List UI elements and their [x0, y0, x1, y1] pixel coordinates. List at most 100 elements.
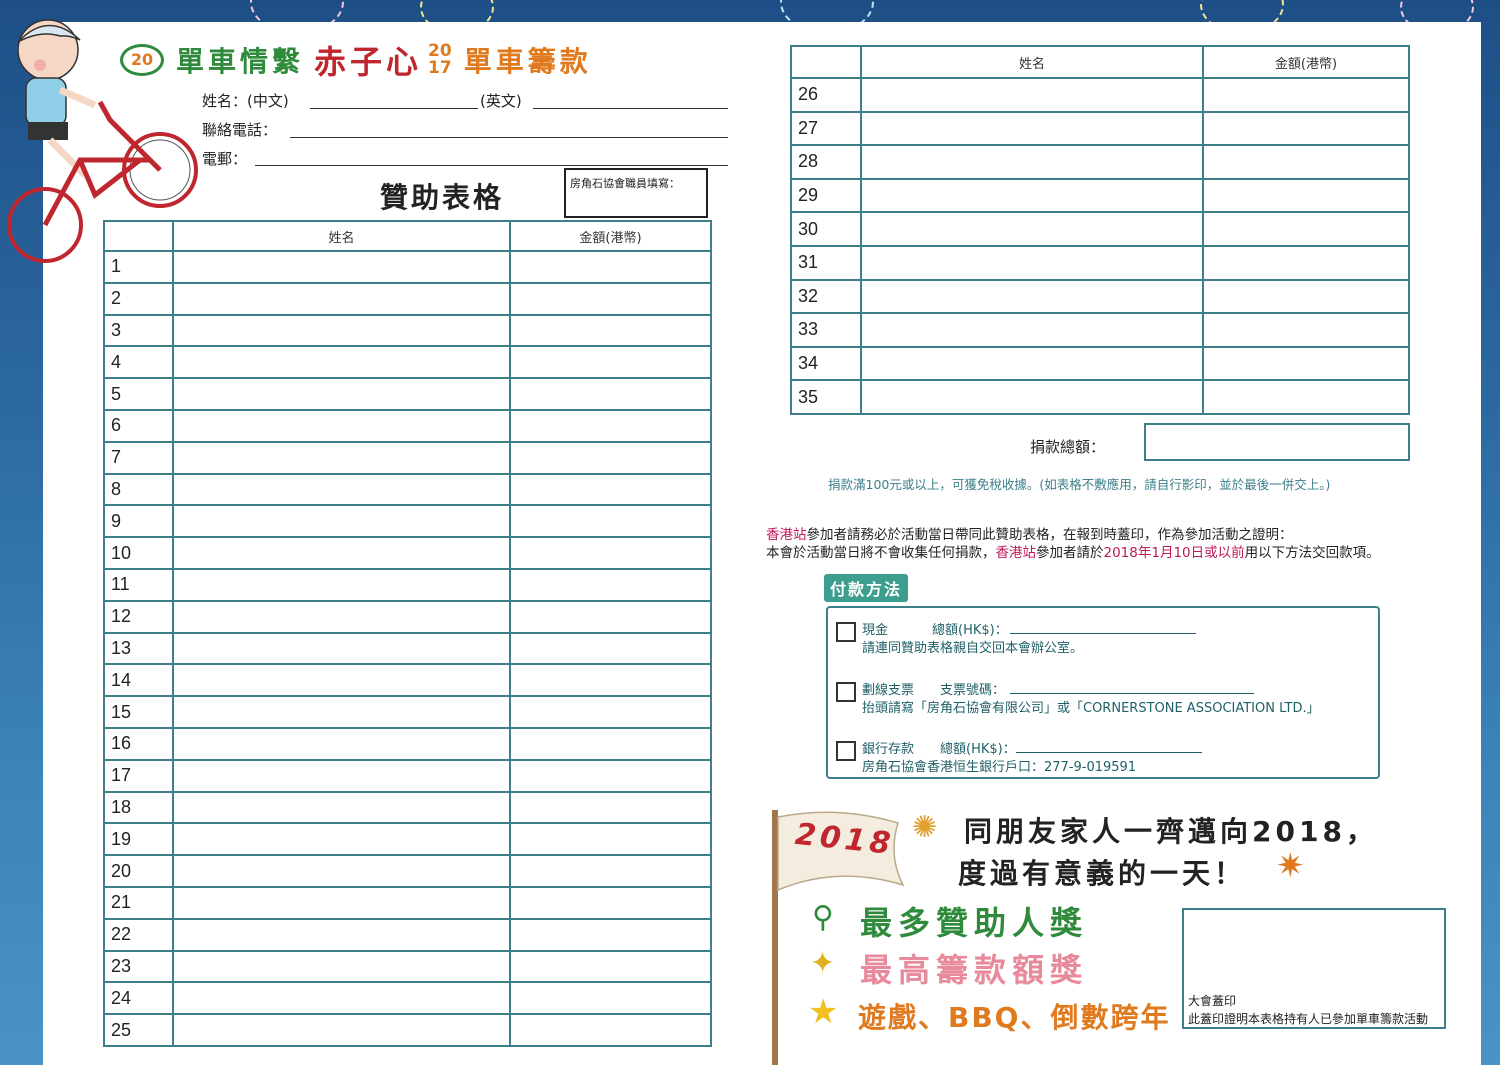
amount-cell[interactable]	[1202, 345, 1410, 382]
table-row: 27	[790, 110, 1410, 147]
amount-cell[interactable]	[509, 854, 712, 888]
table-body-right: 26 27 28 29 30 31 32 33 34 35	[790, 77, 1410, 415]
amount-cell[interactable]	[509, 917, 712, 952]
name-cell[interactable]	[860, 110, 1204, 147]
cheque-checkbox[interactable]	[836, 682, 856, 702]
amount-cell[interactable]	[509, 599, 712, 634]
name-cell[interactable]	[172, 822, 511, 857]
name-cell[interactable]	[172, 758, 511, 793]
name-cell[interactable]	[172, 599, 511, 634]
amount-cell[interactable]	[1202, 312, 1410, 348]
bank-checkbox[interactable]	[836, 741, 856, 761]
sparkles-icon: ✦	[810, 946, 836, 981]
total-label: 捐款總額：	[1030, 438, 1106, 456]
amount-cell[interactable]	[1202, 177, 1410, 214]
amount-cell[interactable]	[1202, 211, 1410, 247]
table-row: 5	[103, 377, 712, 411]
total-field[interactable]	[1144, 423, 1410, 461]
amount-cell[interactable]	[1202, 144, 1410, 180]
name-en-field[interactable]	[533, 108, 728, 109]
amount-cell[interactable]	[509, 567, 712, 602]
name-cell[interactable]	[172, 726, 511, 761]
staff-box-label: 房角石協會職員填寫：	[570, 177, 680, 190]
name-cell[interactable]	[172, 377, 511, 411]
name-cell[interactable]	[860, 177, 1204, 214]
amount-cell[interactable]	[509, 345, 712, 380]
bank-total-field[interactable]	[1016, 752, 1202, 753]
name-cell[interactable]	[172, 695, 511, 729]
name-cell[interactable]	[172, 854, 511, 888]
payment-title: 付款方法	[824, 574, 909, 602]
amount-cell[interactable]	[1202, 110, 1410, 147]
amount-cell[interactable]	[509, 790, 712, 825]
amount-cell[interactable]	[1202, 379, 1410, 415]
name-cell[interactable]	[860, 144, 1204, 180]
name-cell[interactable]	[172, 1013, 511, 1047]
name-cell[interactable]	[172, 504, 511, 539]
email-field[interactable]	[255, 165, 728, 166]
amount-cell[interactable]	[509, 1013, 712, 1047]
cash-checkbox[interactable]	[836, 622, 856, 642]
name-cell[interactable]	[860, 77, 1204, 113]
amount-cell[interactable]	[509, 536, 712, 570]
name-cell[interactable]	[172, 567, 511, 602]
name-cell[interactable]	[172, 631, 511, 666]
table-row: 20	[103, 854, 712, 888]
name-cell[interactable]	[172, 440, 511, 475]
amount-cell[interactable]	[509, 440, 712, 475]
amount-cell[interactable]	[509, 822, 712, 857]
name-cell[interactable]	[860, 211, 1204, 247]
amount-cell[interactable]	[1202, 278, 1410, 315]
amount-cell[interactable]	[509, 758, 712, 793]
amount-cell[interactable]	[509, 631, 712, 666]
amount-cell[interactable]	[1202, 77, 1410, 113]
name-cell[interactable]	[172, 949, 511, 984]
name-cell[interactable]	[860, 278, 1204, 315]
amount-cell[interactable]	[509, 695, 712, 729]
row-number: 9	[103, 504, 174, 539]
name-cell[interactable]	[172, 345, 511, 380]
name-cell[interactable]	[860, 379, 1204, 415]
name-cell[interactable]	[860, 345, 1204, 382]
amount-cell[interactable]	[509, 408, 712, 443]
phone-field[interactable]	[290, 137, 728, 138]
email-label: 電郵：	[202, 150, 248, 168]
table-row: 1	[103, 250, 712, 284]
name-cn-field[interactable]	[310, 108, 478, 109]
amount-cell[interactable]	[509, 472, 712, 507]
staff-use-box: 房角石協會職員填寫：	[564, 168, 708, 218]
amount-cell[interactable]	[509, 726, 712, 761]
name-cell[interactable]	[172, 281, 511, 316]
amount-cell[interactable]	[509, 250, 712, 284]
name-cell[interactable]	[172, 408, 511, 443]
amount-cell[interactable]	[1202, 244, 1410, 281]
row-number: 2	[103, 281, 174, 316]
row-number: 8	[103, 472, 174, 507]
name-cell[interactable]	[172, 790, 511, 825]
amount-cell[interactable]	[509, 663, 712, 698]
name-cell[interactable]	[860, 244, 1204, 281]
row-number: 34	[790, 345, 862, 382]
name-cell[interactable]	[172, 313, 511, 348]
amount-cell[interactable]	[509, 313, 712, 348]
row-number: 19	[103, 822, 174, 857]
amount-cell[interactable]	[509, 981, 712, 1016]
prize-1: 最多贊助人獎	[860, 904, 1089, 942]
name-cell[interactable]	[172, 917, 511, 952]
name-cell[interactable]	[172, 472, 511, 507]
cheque-number-field[interactable]	[1010, 693, 1254, 694]
name-cell[interactable]	[172, 885, 511, 920]
amount-cell[interactable]	[509, 949, 712, 984]
amount-cell[interactable]	[509, 377, 712, 411]
amount-cell[interactable]	[509, 504, 712, 539]
table-row: 8	[103, 472, 712, 507]
name-cell[interactable]	[172, 663, 511, 698]
prize-2: 最高籌款額獎	[860, 951, 1089, 989]
amount-cell[interactable]	[509, 281, 712, 316]
name-cell[interactable]	[172, 536, 511, 570]
name-cell[interactable]	[860, 312, 1204, 348]
name-cell[interactable]	[172, 250, 511, 284]
cash-total-field[interactable]	[1010, 633, 1196, 634]
name-cell[interactable]	[172, 981, 511, 1016]
amount-cell[interactable]	[509, 885, 712, 920]
